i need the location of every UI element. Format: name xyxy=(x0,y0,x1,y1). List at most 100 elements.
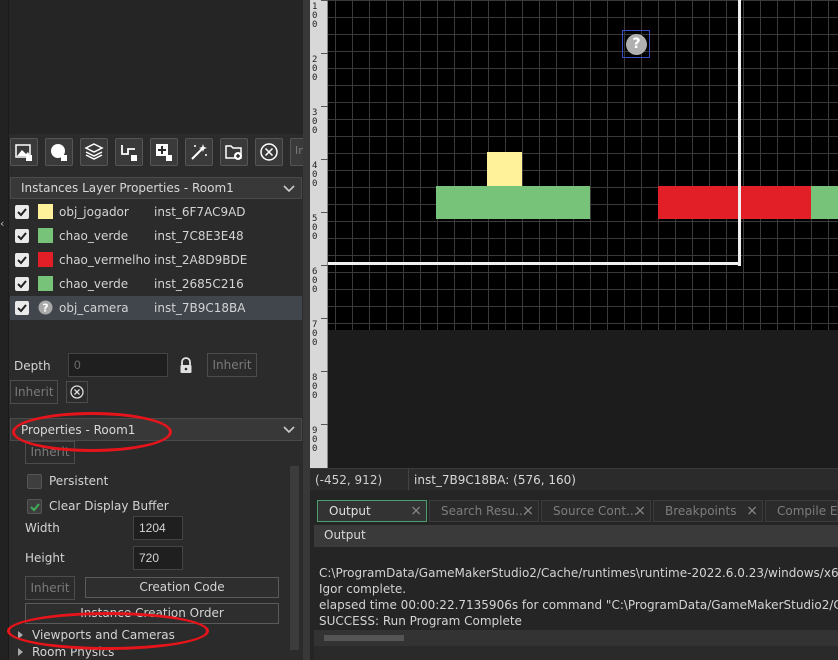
clear-display-buffer-checkbox[interactable] xyxy=(27,499,42,514)
room-editor-canvas[interactable]: 100 200 300 400 500 600 700 800 900 ? xyxy=(310,0,838,468)
output-horizontal-scrollbar[interactable] xyxy=(314,630,838,646)
close-icon[interactable]: × xyxy=(410,503,422,519)
instances-layer-header[interactable]: Instances Layer Properties - Room1 xyxy=(10,177,302,199)
layers-list-area xyxy=(9,0,303,134)
ruler-tick xyxy=(321,212,328,213)
log-line: Igor complete. xyxy=(319,582,407,596)
ruler-tick xyxy=(321,371,328,372)
path-icon xyxy=(121,145,137,161)
close-icon[interactable]: × xyxy=(634,503,646,519)
depth-input[interactable] xyxy=(68,353,168,377)
instance-row[interactable]: obj_jogador inst_6F7AC9AD xyxy=(10,200,302,224)
visibility-checkbox[interactable] xyxy=(15,229,29,243)
properties-header[interactable]: Properties - Room1 xyxy=(10,418,302,441)
chevron-down-icon[interactable] xyxy=(283,422,295,436)
status-bar: (-452, 912) inst_7B9C18BA: (576, 160) xyxy=(310,468,838,491)
ruler-tick xyxy=(321,106,328,107)
tab-compile-errors[interactable]: Compile Err xyxy=(765,500,838,522)
instance-object-name: chao_verde xyxy=(59,229,129,243)
tab-source-control[interactable]: Source Cont... × xyxy=(541,500,651,522)
layer-inherit-button[interactable]: Inherit xyxy=(10,380,58,404)
viewports-and-cameras-section[interactable]: Viewports and Cameras xyxy=(10,627,290,645)
width-input[interactable] xyxy=(133,516,183,540)
tab-search-results[interactable]: Search Resu... × xyxy=(429,500,539,522)
tab-output[interactable]: Output × xyxy=(317,500,427,522)
lock-icon[interactable] xyxy=(179,357,193,374)
player-instance[interactable] xyxy=(487,152,522,186)
clear-inherit-button[interactable] xyxy=(66,381,88,403)
chevron-left-icon[interactable]: ‹ xyxy=(0,217,4,230)
properties-scrollbar[interactable] xyxy=(290,466,299,650)
checkmark-icon xyxy=(17,232,27,241)
instance-row-selected[interactable]: ? obj_camera inst_7B9C18BA xyxy=(10,296,302,320)
add-effect-layer-button[interactable] xyxy=(185,138,213,166)
room-grid[interactable] xyxy=(328,0,838,330)
red-floor-instance[interactable] xyxy=(658,186,811,219)
chevron-down-icon[interactable] xyxy=(283,181,295,195)
instance-id: inst_6F7AC9AD xyxy=(154,205,246,219)
add-layer-folder-button[interactable] xyxy=(220,138,248,166)
tab-label: Output xyxy=(329,504,371,518)
ruler-tick xyxy=(321,424,328,425)
close-icon[interactable]: × xyxy=(746,503,758,519)
clear-display-buffer-label: Clear Display Buffer xyxy=(49,499,169,513)
persistent-checkbox[interactable] xyxy=(27,474,42,489)
checkmark-icon xyxy=(17,304,27,313)
output-header: Output xyxy=(314,525,838,547)
instance-color-swatch xyxy=(38,252,53,267)
visibility-checkbox[interactable] xyxy=(15,205,29,219)
depth-inherit-button[interactable]: Inherit xyxy=(207,353,257,377)
instance-list: obj_jogador inst_6F7AC9AD chao_verde ins… xyxy=(10,200,302,322)
room-physics-section[interactable]: Room Physics xyxy=(10,644,290,660)
circle-close-icon xyxy=(260,143,278,161)
output-tabs: Output × Search Resu... × Source Cont...… xyxy=(310,500,838,522)
ruler-label: 800 xyxy=(312,373,318,401)
checkmark-icon xyxy=(17,256,27,265)
ruler-label: 900 xyxy=(312,426,318,454)
output-footer xyxy=(314,646,838,660)
instance-row[interactable]: chao_verde inst_7C8E3E48 xyxy=(10,224,302,248)
instance-creation-order-button[interactable]: Instance Creation Order xyxy=(25,603,279,624)
question-icon: ? xyxy=(626,34,647,55)
scrollbar-thumb[interactable] xyxy=(324,635,404,641)
folder-add-icon xyxy=(225,145,242,160)
expand-arrow-icon xyxy=(18,648,23,656)
delete-layer-button[interactable] xyxy=(255,138,283,166)
green-floor-instance[interactable] xyxy=(436,186,590,219)
instance-object-name: chao_vermelho xyxy=(59,253,151,267)
collapse-edge[interactable]: ‹ xyxy=(0,0,9,660)
instance-color-swatch xyxy=(38,276,53,291)
properties-inherit-button[interactable]: Inherit xyxy=(25,441,75,464)
instances-layer-title: Instances Layer Properties - Room1 xyxy=(21,181,234,195)
creation-inherit-button[interactable]: Inherit xyxy=(25,576,75,600)
height-label: Height xyxy=(25,551,65,565)
output-header-title: Output xyxy=(324,528,366,542)
add-tile-layer-button[interactable] xyxy=(80,138,108,166)
output-panel: Output × Search Resu... × Source Cont...… xyxy=(310,490,838,660)
instance-row[interactable]: chao_verde inst_2685C216 xyxy=(10,272,302,296)
visibility-checkbox[interactable] xyxy=(15,277,29,291)
visibility-checkbox[interactable] xyxy=(15,253,29,267)
green-floor-instance[interactable] xyxy=(811,186,838,219)
close-icon[interactable]: × xyxy=(522,503,534,519)
ruler-tick xyxy=(321,265,328,266)
magic-wand-icon xyxy=(191,144,207,160)
creation-code-button[interactable]: Creation Code xyxy=(85,577,279,598)
camera-instance[interactable]: ? xyxy=(622,30,650,58)
output-log[interactable]: C:\ProgramData/GameMakerStudio2/Cache/ru… xyxy=(319,566,838,630)
ruler-label: 400 xyxy=(312,161,318,189)
height-input[interactable] xyxy=(133,546,183,570)
instance-row[interactable]: chao_vermelho inst_2A8D9BDE xyxy=(10,248,302,272)
add-path-layer-button[interactable] xyxy=(115,138,143,166)
room-boundary xyxy=(738,0,741,266)
add-background-layer-button[interactable] xyxy=(10,138,38,166)
add-asset-layer-button[interactable] xyxy=(150,138,178,166)
visibility-checkbox[interactable] xyxy=(15,301,29,315)
properties-title: Properties - Room1 xyxy=(21,423,136,437)
checkmark-icon xyxy=(17,208,27,217)
instance-color-swatch xyxy=(38,204,53,219)
tab-breakpoints[interactable]: Breakpoints × xyxy=(653,500,763,522)
cursor-coordinates: (-452, 912) xyxy=(315,473,383,487)
add-instance-layer-button[interactable] xyxy=(45,138,73,166)
panel-splitter[interactable] xyxy=(303,0,310,660)
